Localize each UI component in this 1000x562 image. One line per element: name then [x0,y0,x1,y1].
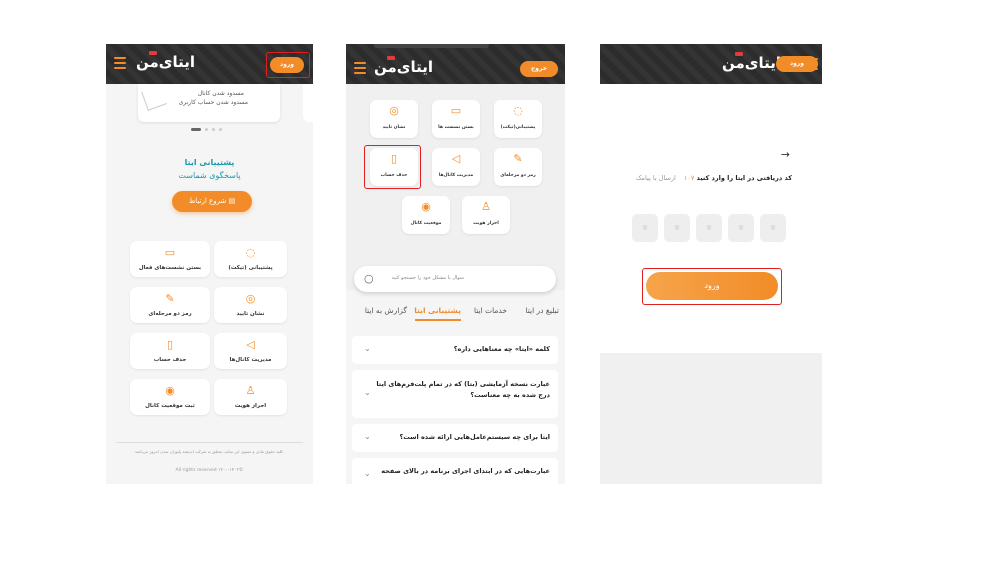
devices-icon: ▭ [450,104,462,117]
faq-item[interactable]: عبارت‌هایی که در ابتدای اجرای برنامه در … [352,458,558,484]
header-bar: ایتای‌من خروج [346,44,565,84]
faq-item[interactable]: ایتا برای چه سیستم‌عامل‌هایی ارائه شده ا… [352,424,558,452]
phone-screen-support-home: ایتای‌من ورود مسدود شدن کانال مسدود شدن … [106,44,313,484]
otp-digit-input[interactable] [696,214,722,242]
phone-screen-logged-in: ایتای‌من خروج ◌ پشتیبانی(تیکت) ▭ بستن نش… [346,44,565,484]
logo[interactable]: ایتای‌من [136,51,195,71]
megaphone-icon: ◁ [451,152,461,165]
carousel-line: مسدود شدن حساب کاربری [178,99,248,106]
support-subtitle: پاسخگوی شماست [178,171,241,180]
status-strip [374,44,489,48]
active-tab-indicator [415,319,461,321]
megaphone-icon: ◁ [246,338,255,351]
hamburger-menu-icon[interactable] [114,57,126,69]
tile-delete-account[interactable]: ▯ حذف حساب [130,333,210,369]
tile-channel-location[interactable]: ◉ موقعیت کانال [402,196,450,234]
verified-badge-icon: ◎ [245,292,256,305]
carousel-card-next[interactable] [303,84,313,122]
login-button[interactable]: ورود [776,56,818,72]
back-arrow-icon[interactable]: → [781,148,790,161]
carousel-dot[interactable] [212,128,215,131]
carousel-dot[interactable] [219,128,222,131]
devices-icon: ▭ [164,246,176,259]
tile-manage-channels[interactable]: ◁ مدیریت کانال‌ها [432,148,480,186]
carousel-dot[interactable] [191,128,201,131]
search-input[interactable]: سوال یا مشکل خود را جستجو کنید [391,275,464,281]
tab-services[interactable]: خدمات ایتا [474,306,507,315]
illustration-icon [141,85,167,111]
tile-ticket-support[interactable]: ◌ پشتیبانی(تیکت) [494,100,542,138]
tab-ads[interactable]: تبلیغ در ایتا [525,306,559,315]
trash-icon: ▯ [166,338,174,351]
carousel-line: مسدود شدن کانال [197,90,244,97]
tile-manage-channels[interactable]: ◁ مدیریت کانال‌ها [214,333,287,369]
hamburger-menu-icon[interactable] [354,62,366,74]
tab-support[interactable]: پشتیبانی ایتا [414,306,461,315]
verified-badge-icon: ◎ [389,104,399,117]
highlight-box [364,145,421,189]
edit-lock-icon: ✎ [165,292,175,305]
tile-close-sessions[interactable]: ▭ بستن نشست ها [432,100,480,138]
faq-item[interactable]: عبارت نسخه آزمایشی (بتا) که در تمام پلت‌… [352,370,558,418]
tile-verified-badge[interactable]: ◎ نشان تایید [370,100,418,138]
tile-two-step-password[interactable]: ✎ رمز دو مرحله‌ای [130,287,210,323]
search-bar[interactable]: ○ سوال یا مشکل خود را جستجو کنید [354,266,556,292]
tile-ticket-support[interactable]: ◌ پشتیبانی (تیکت) [214,241,287,277]
logo[interactable]: ایتای‌من [722,52,781,72]
highlight-box [266,52,310,78]
faq-tabs: تبلیغ در ایتا خدمات ایتا پشتیبانی ایتا گ… [354,306,559,322]
faq-item[interactable]: کلمه «ایتا» چه معناهایی داره؟ ⌄ [352,336,558,364]
location-pin-icon: ◉ [421,200,431,213]
otp-digit-input[interactable] [664,214,690,242]
code-prompt: کد دریافتی در ایتا را وارد کنید [696,174,792,182]
phone-screen-otp: ایتای‌من ورود → کد دریافتی در ایتا را وا… [600,44,822,484]
footer-rights: کلیه حقوق مادی و معنوی این سایت متعلق به… [134,449,285,454]
countdown-timer: ۱۰۷ [683,174,695,182]
highlight-box [642,268,782,305]
location-pin-icon: ◉ [165,384,175,397]
edit-lock-icon: ✎ [513,152,523,165]
tile-two-step-password[interactable]: ✎ رمز دو مرحله‌ای [494,148,542,186]
user-check-icon: ♙ [481,200,491,213]
tile-channel-location[interactable]: ◉ ثبت موقعیت کانال [130,379,210,415]
divider [116,442,303,443]
user-check-icon: ♙ [245,384,256,397]
tile-identity-verification[interactable]: ♙ احراز هویت [214,379,287,415]
otp-digit-input[interactable] [632,214,658,242]
chevron-down-icon: ⌄ [364,469,371,478]
tile-close-sessions[interactable]: ▭ بستن نشست‌های فعال [130,241,210,277]
carousel-dot[interactable] [205,128,208,131]
carousel-card[interactable]: مسدود شدن کانال مسدود شدن حساب کاربری [138,84,280,122]
tab-report[interactable]: گزارش به ایتا [365,306,407,315]
chevron-down-icon: ⌄ [364,344,371,353]
empty-area [600,353,822,484]
tile-identity-verification[interactable]: ♙ احراز هویت [462,196,510,234]
search-icon: ○ [364,272,374,285]
tile-verified-badge[interactable]: ◎ نشان تایید [214,287,287,323]
sms-link[interactable]: ارسال با پیامک [636,174,676,182]
chat-bubble-icon: ◌ [245,246,256,259]
otp-digit-input[interactable] [728,214,754,242]
support-title: پشتیبانی ایتا [184,158,235,167]
header-bar: ایتای‌من ورود [600,44,822,84]
header-bar: ایتای‌من ورود [106,44,313,84]
logout-button[interactable]: خروج [520,61,558,77]
logo[interactable]: ایتای‌من [374,56,433,76]
chevron-down-icon: ⌄ [364,388,371,397]
footer-copyright: All rights reserved ۱۴۰۰-۱۴۰۳© [175,468,244,473]
chevron-down-icon: ⌄ [364,432,371,441]
chat-icon: ▤ [228,197,236,205]
start-chat-button[interactable]: ▤ شروع ارتباط [172,191,252,212]
code-prompt-line: کد دریافتی در ایتا را وارد کنید ۱۰۷ ارسا… [636,174,792,182]
chat-bubble-icon: ◌ [513,104,523,117]
carousel-dots [191,128,231,132]
otp-digit-input[interactable] [760,214,786,242]
